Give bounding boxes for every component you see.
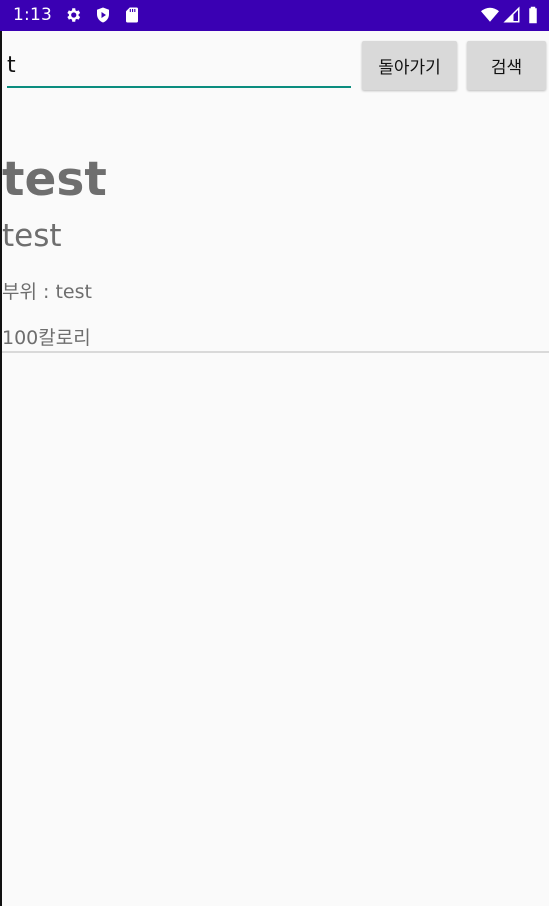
play-shield-icon <box>94 6 112 24</box>
screen-edge <box>0 0 2 906</box>
signal-icon <box>503 6 521 24</box>
gear-icon <box>64 6 82 24</box>
back-button-label: 돌아가기 <box>378 58 441 78</box>
sd-card-icon <box>123 6 141 24</box>
battery-icon <box>526 6 540 24</box>
search-button-label: 검색 <box>490 58 523 78</box>
back-button[interactable]: 돌아가기 <box>362 41 457 90</box>
result-title: test <box>2 152 107 207</box>
status-time: 1:13 <box>13 5 52 25</box>
status-bar: 1:13 <box>0 0 549 31</box>
result-subtitle: test <box>2 218 62 254</box>
list-divider <box>2 351 549 353</box>
result-body-part: 부위 : test <box>2 281 92 303</box>
result-calories: 100칼로리 <box>2 327 91 349</box>
search-button[interactable]: 검색 <box>467 41 546 90</box>
wifi-icon <box>481 6 499 24</box>
search-input[interactable] <box>7 44 351 88</box>
